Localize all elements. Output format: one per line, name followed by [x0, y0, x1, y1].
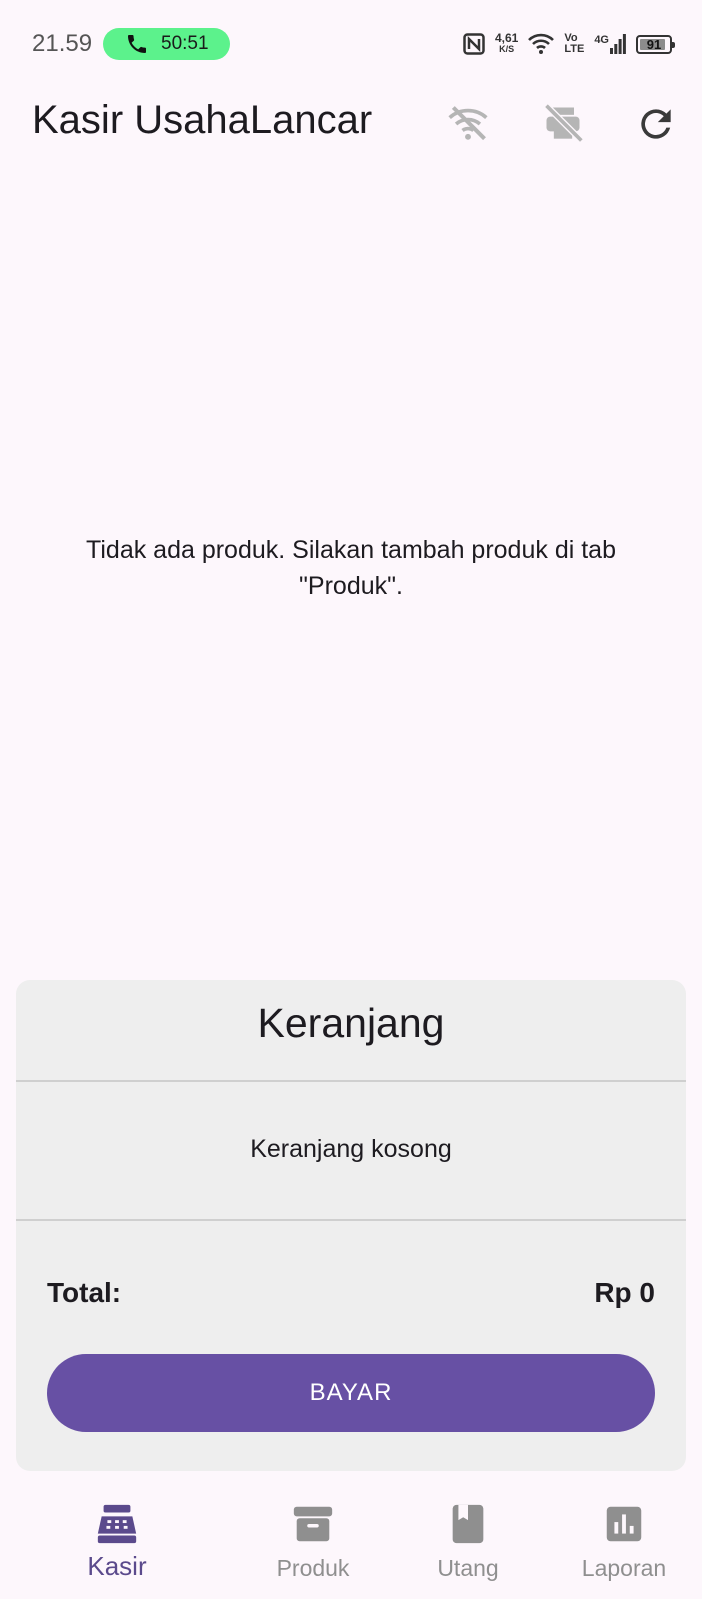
signal-bars-icon: [610, 34, 626, 54]
call-timer: 50:51: [161, 33, 209, 54]
cart-title: Keranjang: [257, 1000, 445, 1046]
total-label: Total:: [47, 1277, 122, 1308]
nav-label: Laporan: [581, 1555, 667, 1581]
nav-icon-wrap: [290, 1501, 336, 1547]
network-type: 4G: [594, 34, 609, 46]
nav-item-laporan[interactable]: Laporan: [544, 1487, 702, 1599]
cart-card: Keranjang Keranjang kosong Total: Rp 0 B…: [16, 980, 686, 1471]
net-speed-value: 4,61: [494, 31, 519, 45]
screen: 21.59 50:51 4,61 K/S Vo LTE 4G 91 Kasir …: [0, 0, 702, 1599]
nav-icon-wrap: [94, 1501, 140, 1547]
nav-label: Utang: [437, 1555, 499, 1581]
cash-register-icon: [97, 1504, 137, 1544]
cart-empty-message: Keranjang kosong: [250, 1135, 452, 1163]
wifi-off-button[interactable]: [442, 98, 494, 150]
wifi-off-icon: [448, 106, 488, 141]
archive-box-icon: [293, 1506, 333, 1542]
bar-chart-icon: [606, 1506, 642, 1542]
total-value: Rp 0: [594, 1277, 655, 1308]
nav-icon-wrap: [445, 1501, 491, 1547]
app-title: Kasir UsahaLancar: [32, 98, 373, 142]
network-speed: 4,61 K/S: [494, 31, 519, 55]
nav-item-produk[interactable]: Produk: [233, 1487, 393, 1599]
volte-bottom: LTE: [564, 43, 585, 55]
refresh-button[interactable]: [630, 98, 682, 150]
cart-divider-bottom: [16, 1219, 686, 1221]
status-icons: 4,61 K/S Vo LTE 4G 91: [463, 28, 675, 60]
status-bar: 21.59 50:51 4,61 K/S Vo LTE 4G 91: [0, 0, 702, 88]
app-bar: Kasir UsahaLancar: [0, 88, 702, 160]
printer-button[interactable]: [537, 98, 589, 150]
nav-item-utang[interactable]: Utang: [388, 1487, 548, 1599]
bottom-navigation: Kasir Produk Utang Laporan: [0, 1487, 702, 1599]
print-disabled-icon: [544, 103, 584, 143]
refresh-icon: [641, 109, 671, 139]
status-time: 21.59: [32, 30, 93, 57]
nav-label: Kasir: [87, 1551, 147, 1581]
wifi-icon: [528, 33, 555, 54]
nav-label: Produk: [276, 1555, 350, 1581]
nfc-icon: [463, 33, 485, 55]
battery-level: 91: [646, 36, 662, 52]
nav-icon-wrap: [601, 1501, 647, 1547]
volte-indicator: Vo LTE: [564, 33, 584, 55]
cart-divider-top: [16, 1080, 686, 1082]
ongoing-call-pill[interactable]: 50:51: [103, 28, 230, 60]
net-speed-unit: K/S: [499, 44, 515, 54]
pay-button[interactable]: BAYAR: [47, 1354, 655, 1432]
nav-item-kasir[interactable]: Kasir: [37, 1487, 197, 1599]
phone-icon: [128, 35, 146, 53]
book-icon: [452, 1504, 484, 1544]
cell-signal: 4G: [594, 34, 626, 54]
battery-icon: 91: [636, 34, 675, 54]
product-empty-message: Tidak ada produk. Silakan tambah produk …: [86, 536, 616, 600]
